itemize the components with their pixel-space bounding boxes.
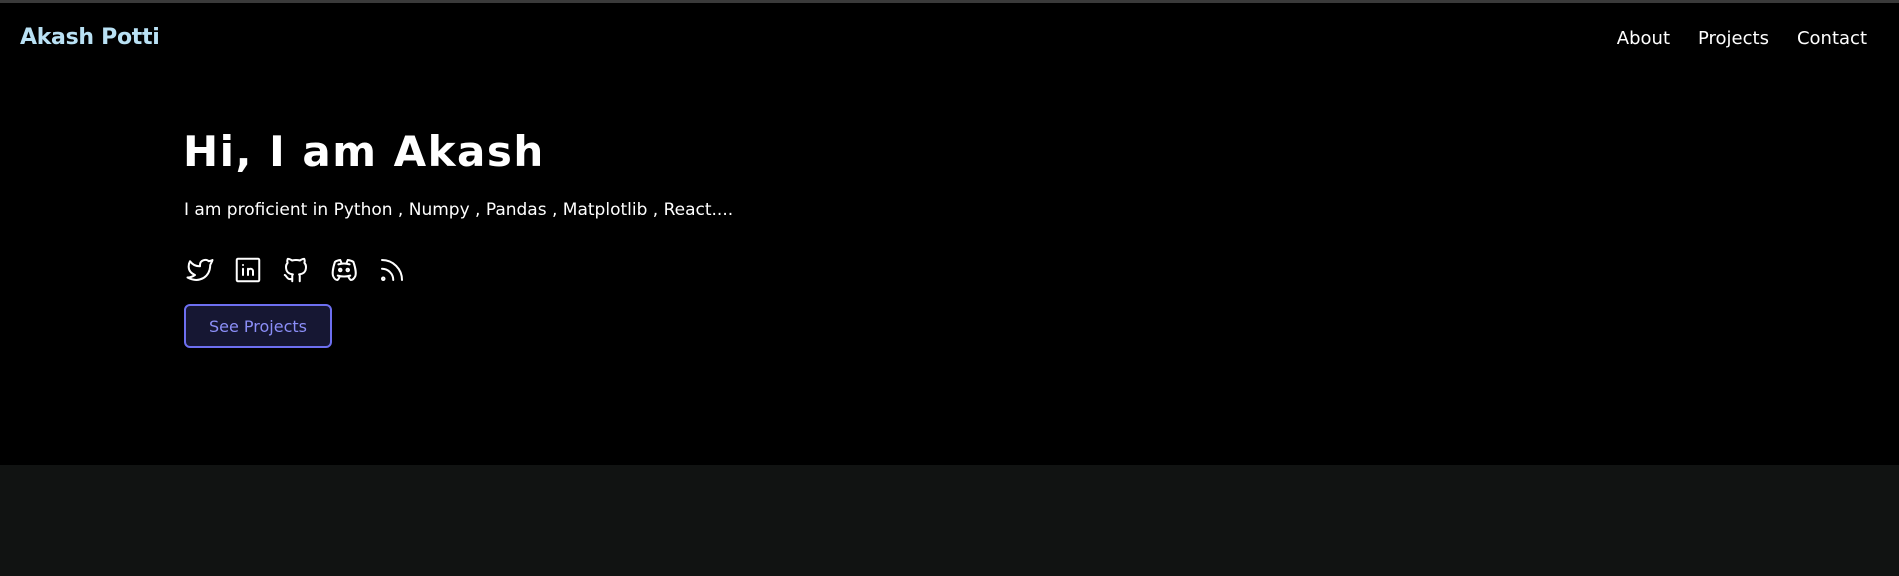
discord-link[interactable] bbox=[328, 254, 360, 286]
rss-link[interactable] bbox=[376, 254, 408, 286]
nav-link-contact[interactable]: Contact bbox=[1797, 28, 1867, 49]
github-icon bbox=[283, 257, 307, 283]
nav-link-about[interactable]: About bbox=[1617, 28, 1670, 49]
brand-logo[interactable]: Akash Potti bbox=[20, 25, 160, 50]
discord-icon bbox=[331, 259, 357, 281]
linkedin-link[interactable] bbox=[232, 254, 264, 286]
see-projects-button[interactable]: See Projects bbox=[184, 304, 332, 348]
nav-link-projects[interactable]: Projects bbox=[1698, 28, 1769, 49]
hero-heading: Hi, I am Akash bbox=[183, 127, 545, 176]
next-section bbox=[0, 465, 1899, 576]
hero-tagline: I am proficient in Python , Numpy , Pand… bbox=[184, 200, 734, 220]
social-links bbox=[184, 254, 424, 286]
main-nav: About Projects Contact bbox=[1589, 28, 1867, 49]
hero-section: Akash Potti About Projects Contact Hi, I… bbox=[0, 3, 1899, 465]
twitter-icon bbox=[186, 258, 214, 281]
github-link[interactable] bbox=[280, 254, 312, 286]
twitter-link[interactable] bbox=[184, 254, 216, 286]
linkedin-icon bbox=[235, 257, 261, 283]
rss-icon bbox=[381, 259, 403, 281]
